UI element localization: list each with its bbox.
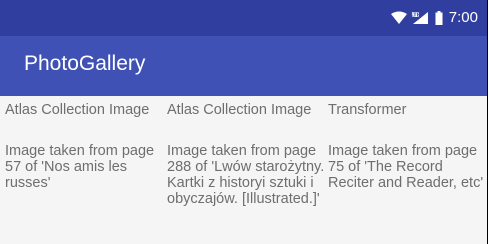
gallery-item[interactable]: Atlas Collection Image Image taken from … [167,96,327,244]
app-title: PhotoGallery [24,52,146,75]
screen-frame: LTE 7:00 PhotoGallery Atlas Collection I… [0,0,488,244]
gallery-item[interactable]: Transformer Image taken from page 75 of … [328,96,487,244]
status-bar: LTE 7:00 [0,0,487,36]
gallery-item-title: Atlas Collection Image [167,102,312,118]
gallery-item-description: Image taken from page 75 of 'The Record … [328,143,484,191]
status-time: 7:00 [448,9,478,26]
gallery-item-description: Image taken from page 57 of 'Nos amis le… [5,143,155,191]
svg-text:LTE: LTE [411,12,421,18]
gallery-item-description: Image taken from page 288 of 'Lwów staro… [167,143,325,207]
status-icons: LTE 7:00 [390,9,478,26]
photo-grid[interactable]: Atlas Collection Image Image taken from … [0,96,487,244]
gallery-item-title: Transformer [328,102,407,118]
gallery-item-title: Atlas Collection Image [5,102,150,118]
battery-icon [435,11,443,25]
wifi-icon [390,11,407,25]
gallery-item[interactable]: Atlas Collection Image Image taken from … [5,96,165,244]
app-bar: PhotoGallery [0,36,487,96]
signal-lte-icon: LTE [411,11,429,25]
